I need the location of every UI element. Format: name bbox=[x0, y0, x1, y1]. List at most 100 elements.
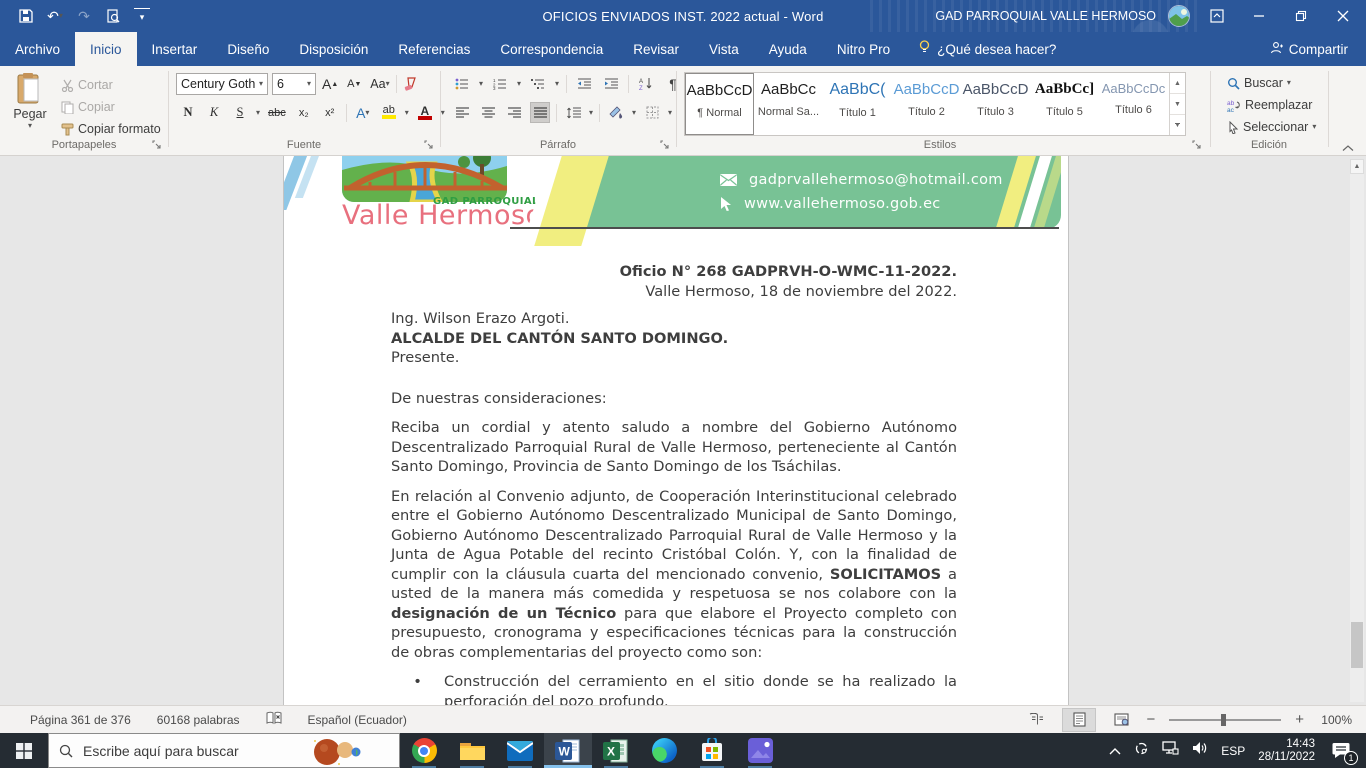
customize-quick-access-icon[interactable]: ▾ bbox=[134, 8, 150, 24]
style-titulo-3[interactable]: AaBbCcD Título 3 bbox=[961, 73, 1030, 135]
zoom-percentage[interactable]: 100% bbox=[1312, 713, 1352, 727]
style-normal-sa[interactable]: AaBbCc Normal Sa... bbox=[754, 73, 823, 135]
text-effects-button[interactable]: A ▾ bbox=[353, 102, 373, 123]
tab-revisar[interactable]: Revisar bbox=[618, 32, 694, 66]
ribbon-display-options-icon[interactable] bbox=[1202, 0, 1232, 32]
tab-correspondencia[interactable]: Correspondencia bbox=[485, 32, 618, 66]
tab-insertar[interactable]: Insertar bbox=[137, 32, 213, 66]
tab-referencias[interactable]: Referencias bbox=[383, 32, 485, 66]
paste-button[interactable]: Pegar ▾ bbox=[8, 72, 52, 130]
styles-scroll-down-icon[interactable]: ▼ bbox=[1170, 94, 1185, 115]
show-marks-button[interactable]: ¶ bbox=[663, 73, 683, 94]
tray-app-icon[interactable] bbox=[1134, 741, 1149, 761]
change-case-button[interactable]: Aa ▾ bbox=[368, 74, 391, 95]
tab-diseno[interactable]: Diseño bbox=[212, 32, 284, 66]
superscript-button[interactable]: x² bbox=[320, 102, 340, 123]
account-name[interactable]: GAD PARROQUIAL VALLE HERMOSO bbox=[935, 9, 1156, 23]
shrink-font-button[interactable]: A ▼ bbox=[344, 74, 364, 95]
vertical-scrollbar[interactable]: ▲ bbox=[1350, 159, 1364, 702]
taskbar-photos-icon[interactable] bbox=[736, 733, 784, 768]
tab-ayuda[interactable]: Ayuda bbox=[754, 32, 822, 66]
close-button[interactable] bbox=[1328, 0, 1358, 32]
borders-button[interactable] bbox=[642, 102, 662, 123]
taskbar-search[interactable]: Escribe aquí para buscar bbox=[48, 733, 400, 768]
select-button[interactable]: Seleccionar ▾ bbox=[1224, 116, 1319, 138]
style-titulo-5[interactable]: AaBbCc] Título 5 bbox=[1030, 73, 1099, 135]
bold-button[interactable]: N bbox=[178, 102, 198, 123]
read-mode-button[interactable] bbox=[1020, 708, 1054, 732]
minimize-button[interactable] bbox=[1244, 0, 1274, 32]
font-family-combo[interactable]: Century Gothi ▾ bbox=[176, 73, 268, 95]
subscript-button[interactable]: x₂ bbox=[294, 102, 314, 123]
tab-vista[interactable]: Vista bbox=[694, 32, 754, 66]
redo-icon[interactable]: ↷ bbox=[76, 8, 92, 24]
cut-button[interactable]: Cortar bbox=[58, 74, 164, 96]
paragraph-dialog-launcher-icon[interactable] bbox=[660, 140, 670, 150]
decrease-indent-button[interactable] bbox=[574, 73, 594, 94]
scrollbar-thumb[interactable] bbox=[1351, 622, 1363, 668]
taskbar-chrome-icon[interactable] bbox=[400, 733, 448, 768]
print-layout-button[interactable] bbox=[1062, 707, 1097, 732]
tab-archivo[interactable]: Archivo bbox=[0, 32, 75, 66]
collapse-ribbon-icon[interactable] bbox=[1342, 144, 1354, 152]
clipboard-dialog-launcher-icon[interactable] bbox=[152, 140, 162, 150]
line-spacing-button[interactable] bbox=[563, 102, 583, 123]
taskbar-edge-icon[interactable] bbox=[640, 733, 688, 768]
taskbar-explorer-icon[interactable] bbox=[448, 733, 496, 768]
align-left-button[interactable] bbox=[452, 102, 472, 123]
copy-button[interactable]: Copiar bbox=[58, 96, 164, 118]
tab-nitro-pro[interactable]: Nitro Pro bbox=[822, 32, 905, 66]
styles-gallery-more-icon[interactable]: ▼ bbox=[1170, 115, 1185, 135]
font-color-button[interactable]: A bbox=[415, 102, 435, 123]
replace-button[interactable]: ab ac Reemplazar bbox=[1224, 94, 1319, 116]
document-page[interactable]: Valle Hermoso GAD PARROQUIAL (02)2770228… bbox=[283, 156, 1069, 705]
multilevel-list-button[interactable] bbox=[528, 73, 548, 94]
numbering-button[interactable]: 123 bbox=[490, 73, 510, 94]
zoom-slider-thumb[interactable] bbox=[1221, 713, 1227, 726]
format-painter-button[interactable]: Copiar formato bbox=[58, 118, 164, 140]
taskbar-store-icon[interactable] bbox=[688, 733, 736, 768]
style-titulo-6[interactable]: AaBbCcDc Título 6 bbox=[1099, 73, 1168, 135]
hidden-icons-chevron[interactable] bbox=[1109, 742, 1121, 760]
start-button[interactable] bbox=[0, 733, 48, 768]
tab-inicio[interactable]: Inicio bbox=[75, 32, 137, 66]
underline-button[interactable]: S bbox=[230, 102, 250, 123]
styles-dialog-launcher-icon[interactable] bbox=[1192, 140, 1202, 150]
account-avatar[interactable] bbox=[1168, 5, 1190, 27]
page-indicator[interactable]: Página 361 de 376 bbox=[30, 713, 131, 727]
tab-disposicion[interactable]: Disposición bbox=[284, 32, 383, 66]
proofing-status-icon[interactable] bbox=[266, 711, 282, 728]
increase-indent-button[interactable] bbox=[601, 73, 621, 94]
taskbar-excel-icon[interactable]: X bbox=[592, 733, 640, 768]
share-button[interactable]: Compartir bbox=[1252, 32, 1366, 66]
align-center-button[interactable] bbox=[478, 102, 498, 123]
tell-me-box[interactable]: ¿Qué desea hacer? bbox=[905, 32, 1070, 66]
language-indicator[interactable]: Español (Ecuador) bbox=[308, 713, 407, 727]
align-right-button[interactable] bbox=[504, 102, 524, 123]
find-button[interactable]: Buscar ▾ bbox=[1224, 72, 1319, 94]
undo-icon[interactable]: ↶ ▾ bbox=[47, 8, 63, 24]
style-titulo-2[interactable]: AaBbCcD Título 2 bbox=[892, 73, 961, 135]
save-icon[interactable] bbox=[18, 8, 34, 24]
clock[interactable]: 14:43 28/11/2022 bbox=[1258, 738, 1315, 764]
highlight-color-button[interactable]: ab bbox=[379, 102, 399, 123]
grow-font-button[interactable]: A ▲ bbox=[320, 74, 340, 95]
font-dialog-launcher-icon[interactable] bbox=[424, 140, 434, 150]
web-layout-button[interactable] bbox=[1104, 708, 1138, 732]
zoom-slider[interactable] bbox=[1169, 713, 1282, 726]
taskbar-word-icon[interactable]: W bbox=[544, 733, 592, 768]
taskbar-mail-icon[interactable] bbox=[496, 733, 544, 768]
print-preview-icon[interactable] bbox=[105, 8, 121, 24]
volume-icon[interactable] bbox=[1192, 741, 1208, 760]
shading-button[interactable] bbox=[606, 102, 626, 123]
sort-button[interactable]: AZ bbox=[636, 73, 656, 94]
action-center-icon[interactable]: 1 bbox=[1328, 740, 1358, 765]
network-icon[interactable] bbox=[1162, 741, 1179, 760]
style-titulo-1[interactable]: AaBbC( Título 1 bbox=[823, 73, 892, 135]
strikethrough-button[interactable]: abc bbox=[266, 102, 288, 123]
style-normal[interactable]: AaBbCcD ¶ Normal bbox=[685, 73, 754, 135]
language-abbr[interactable]: ESP bbox=[1221, 744, 1245, 758]
restore-button[interactable] bbox=[1286, 0, 1316, 32]
letter-body[interactable]: Oficio N° 268 GADPRVH-O-WMC-11-2022. Val… bbox=[284, 262, 1068, 705]
justify-button[interactable] bbox=[530, 102, 550, 123]
